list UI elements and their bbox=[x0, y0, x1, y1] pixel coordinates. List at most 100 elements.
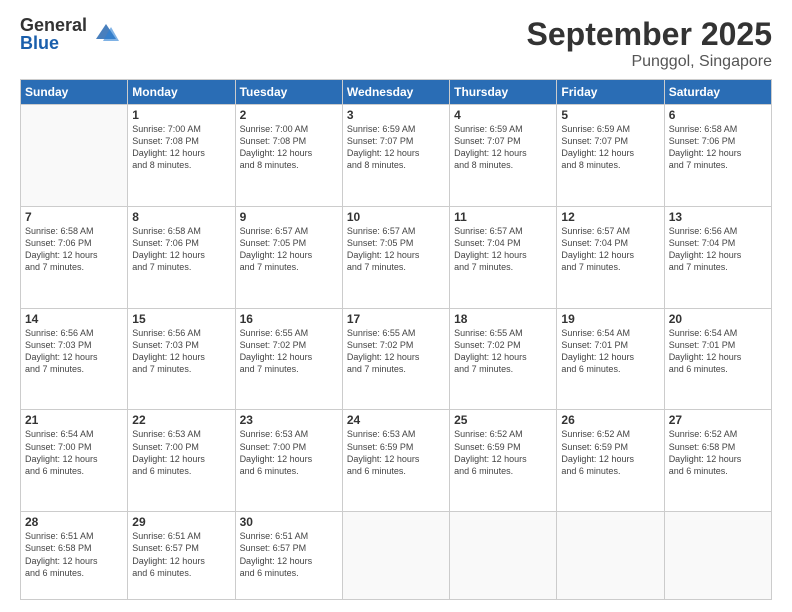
table-row: 3Sunrise: 6:59 AM Sunset: 7:07 PM Daylig… bbox=[342, 105, 449, 207]
table-row: 20Sunrise: 6:54 AM Sunset: 7:01 PM Dayli… bbox=[664, 308, 771, 410]
header-thursday: Thursday bbox=[450, 80, 557, 105]
day-number: 23 bbox=[240, 413, 338, 427]
table-row: 18Sunrise: 6:55 AM Sunset: 7:02 PM Dayli… bbox=[450, 308, 557, 410]
table-row: 8Sunrise: 6:58 AM Sunset: 7:06 PM Daylig… bbox=[128, 206, 235, 308]
day-info: Sunrise: 6:57 AM Sunset: 7:04 PM Dayligh… bbox=[454, 225, 552, 274]
day-info: Sunrise: 6:59 AM Sunset: 7:07 PM Dayligh… bbox=[454, 123, 552, 172]
day-number: 9 bbox=[240, 210, 338, 224]
day-number: 27 bbox=[669, 413, 767, 427]
day-number: 24 bbox=[347, 413, 445, 427]
day-info: Sunrise: 7:00 AM Sunset: 7:08 PM Dayligh… bbox=[132, 123, 230, 172]
table-row: 12Sunrise: 6:57 AM Sunset: 7:04 PM Dayli… bbox=[557, 206, 664, 308]
day-info: Sunrise: 6:53 AM Sunset: 6:59 PM Dayligh… bbox=[347, 428, 445, 477]
day-number: 15 bbox=[132, 312, 230, 326]
day-info: Sunrise: 6:56 AM Sunset: 7:03 PM Dayligh… bbox=[25, 327, 123, 376]
table-row: 30Sunrise: 6:51 AM Sunset: 6:57 PM Dayli… bbox=[235, 512, 342, 600]
day-number: 29 bbox=[132, 515, 230, 529]
day-info: Sunrise: 6:56 AM Sunset: 7:04 PM Dayligh… bbox=[669, 225, 767, 274]
day-number: 8 bbox=[132, 210, 230, 224]
day-number: 10 bbox=[347, 210, 445, 224]
day-info: Sunrise: 6:51 AM Sunset: 6:58 PM Dayligh… bbox=[25, 530, 123, 579]
location-title: Punggol, Singapore bbox=[527, 53, 772, 71]
day-info: Sunrise: 6:58 AM Sunset: 7:06 PM Dayligh… bbox=[132, 225, 230, 274]
day-info: Sunrise: 6:58 AM Sunset: 7:06 PM Dayligh… bbox=[669, 123, 767, 172]
table-row: 27Sunrise: 6:52 AM Sunset: 6:58 PM Dayli… bbox=[664, 410, 771, 512]
calendar-table: Sunday Monday Tuesday Wednesday Thursday… bbox=[20, 79, 772, 600]
header-wednesday: Wednesday bbox=[342, 80, 449, 105]
table-row: 28Sunrise: 6:51 AM Sunset: 6:58 PM Dayli… bbox=[21, 512, 128, 600]
day-number: 22 bbox=[132, 413, 230, 427]
day-number: 11 bbox=[454, 210, 552, 224]
table-row: 22Sunrise: 6:53 AM Sunset: 7:00 PM Dayli… bbox=[128, 410, 235, 512]
table-row: 16Sunrise: 6:55 AM Sunset: 7:02 PM Dayli… bbox=[235, 308, 342, 410]
day-number: 14 bbox=[25, 312, 123, 326]
table-row: 15Sunrise: 6:56 AM Sunset: 7:03 PM Dayli… bbox=[128, 308, 235, 410]
day-number: 30 bbox=[240, 515, 338, 529]
day-info: Sunrise: 6:59 AM Sunset: 7:07 PM Dayligh… bbox=[561, 123, 659, 172]
day-number: 7 bbox=[25, 210, 123, 224]
header: General Blue September 2025 Punggol, Sin… bbox=[20, 16, 772, 71]
day-number: 19 bbox=[561, 312, 659, 326]
day-number: 13 bbox=[669, 210, 767, 224]
table-row: 7Sunrise: 6:58 AM Sunset: 7:06 PM Daylig… bbox=[21, 206, 128, 308]
table-row bbox=[557, 512, 664, 600]
weekday-header-row: Sunday Monday Tuesday Wednesday Thursday… bbox=[21, 80, 772, 105]
day-info: Sunrise: 6:53 AM Sunset: 7:00 PM Dayligh… bbox=[240, 428, 338, 477]
day-info: Sunrise: 6:57 AM Sunset: 7:05 PM Dayligh… bbox=[347, 225, 445, 274]
day-number: 12 bbox=[561, 210, 659, 224]
header-saturday: Saturday bbox=[664, 80, 771, 105]
table-row bbox=[342, 512, 449, 600]
day-info: Sunrise: 6:55 AM Sunset: 7:02 PM Dayligh… bbox=[240, 327, 338, 376]
day-info: Sunrise: 6:52 AM Sunset: 6:58 PM Dayligh… bbox=[669, 428, 767, 477]
day-number: 21 bbox=[25, 413, 123, 427]
table-row: 11Sunrise: 6:57 AM Sunset: 7:04 PM Dayli… bbox=[450, 206, 557, 308]
day-info: Sunrise: 6:54 AM Sunset: 7:01 PM Dayligh… bbox=[561, 327, 659, 376]
logo-text: General Blue bbox=[20, 16, 87, 52]
title-container: September 2025 Punggol, Singapore bbox=[527, 16, 772, 71]
day-number: 25 bbox=[454, 413, 552, 427]
day-info: Sunrise: 6:59 AM Sunset: 7:07 PM Dayligh… bbox=[347, 123, 445, 172]
day-number: 3 bbox=[347, 108, 445, 122]
day-number: 5 bbox=[561, 108, 659, 122]
day-info: Sunrise: 6:53 AM Sunset: 7:00 PM Dayligh… bbox=[132, 428, 230, 477]
day-number: 1 bbox=[132, 108, 230, 122]
day-info: Sunrise: 6:57 AM Sunset: 7:04 PM Dayligh… bbox=[561, 225, 659, 274]
day-info: Sunrise: 6:55 AM Sunset: 7:02 PM Dayligh… bbox=[347, 327, 445, 376]
day-number: 17 bbox=[347, 312, 445, 326]
table-row: 6Sunrise: 6:58 AM Sunset: 7:06 PM Daylig… bbox=[664, 105, 771, 207]
table-row: 24Sunrise: 6:53 AM Sunset: 6:59 PM Dayli… bbox=[342, 410, 449, 512]
table-row: 14Sunrise: 6:56 AM Sunset: 7:03 PM Dayli… bbox=[21, 308, 128, 410]
month-title: September 2025 bbox=[527, 16, 772, 53]
day-number: 6 bbox=[669, 108, 767, 122]
day-number: 28 bbox=[25, 515, 123, 529]
header-friday: Friday bbox=[557, 80, 664, 105]
day-info: Sunrise: 6:58 AM Sunset: 7:06 PM Dayligh… bbox=[25, 225, 123, 274]
day-info: Sunrise: 6:56 AM Sunset: 7:03 PM Dayligh… bbox=[132, 327, 230, 376]
day-info: Sunrise: 6:55 AM Sunset: 7:02 PM Dayligh… bbox=[454, 327, 552, 376]
logo-icon bbox=[91, 19, 121, 49]
day-number: 26 bbox=[561, 413, 659, 427]
day-info: Sunrise: 6:57 AM Sunset: 7:05 PM Dayligh… bbox=[240, 225, 338, 274]
day-number: 20 bbox=[669, 312, 767, 326]
table-row: 25Sunrise: 6:52 AM Sunset: 6:59 PM Dayli… bbox=[450, 410, 557, 512]
day-info: Sunrise: 6:54 AM Sunset: 7:00 PM Dayligh… bbox=[25, 428, 123, 477]
day-info: Sunrise: 6:52 AM Sunset: 6:59 PM Dayligh… bbox=[454, 428, 552, 477]
table-row bbox=[450, 512, 557, 600]
day-number: 2 bbox=[240, 108, 338, 122]
table-row: 29Sunrise: 6:51 AM Sunset: 6:57 PM Dayli… bbox=[128, 512, 235, 600]
day-number: 16 bbox=[240, 312, 338, 326]
table-row: 13Sunrise: 6:56 AM Sunset: 7:04 PM Dayli… bbox=[664, 206, 771, 308]
logo-blue: Blue bbox=[20, 34, 87, 52]
table-row: 1Sunrise: 7:00 AM Sunset: 7:08 PM Daylig… bbox=[128, 105, 235, 207]
table-row: 21Sunrise: 6:54 AM Sunset: 7:00 PM Dayli… bbox=[21, 410, 128, 512]
day-number: 18 bbox=[454, 312, 552, 326]
table-row: 9Sunrise: 6:57 AM Sunset: 7:05 PM Daylig… bbox=[235, 206, 342, 308]
header-sunday: Sunday bbox=[21, 80, 128, 105]
table-row: 5Sunrise: 6:59 AM Sunset: 7:07 PM Daylig… bbox=[557, 105, 664, 207]
table-row: 2Sunrise: 7:00 AM Sunset: 7:08 PM Daylig… bbox=[235, 105, 342, 207]
table-row: 26Sunrise: 6:52 AM Sunset: 6:59 PM Dayli… bbox=[557, 410, 664, 512]
day-number: 4 bbox=[454, 108, 552, 122]
day-info: Sunrise: 7:00 AM Sunset: 7:08 PM Dayligh… bbox=[240, 123, 338, 172]
table-row: 17Sunrise: 6:55 AM Sunset: 7:02 PM Dayli… bbox=[342, 308, 449, 410]
header-monday: Monday bbox=[128, 80, 235, 105]
